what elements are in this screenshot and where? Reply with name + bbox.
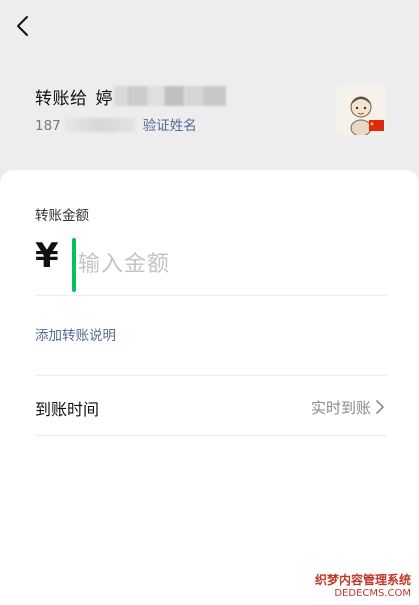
divider [35, 435, 387, 436]
recipient-phone-row: 187 验证姓名 [35, 114, 197, 134]
china-flag-icon [369, 120, 384, 131]
divider [35, 295, 387, 296]
watermark: 织梦内容管理系统 DEDECMS.COM [315, 571, 411, 599]
divider [35, 375, 387, 376]
verify-name-link[interactable]: 验证姓名 [143, 118, 197, 134]
input-cursor [72, 238, 76, 292]
recipient-name: 婷 [95, 89, 113, 109]
back-chevron-icon[interactable] [12, 14, 36, 38]
watermark-line1: 织梦内容管理系统 [314, 573, 411, 587]
watermark-line2: DEDECMS.COM [334, 588, 411, 599]
recipient-phone: 187 [35, 118, 61, 134]
arrival-time-value[interactable]: 实时到账 [311, 397, 371, 418]
redacted-name [114, 86, 226, 106]
recipient-avatar[interactable] [336, 85, 386, 135]
currency-symbol: ¥ [35, 236, 59, 276]
recipient-prefix: 转账给 [35, 89, 88, 109]
redacted-phone [64, 118, 135, 132]
arrival-time-label: 到账时间 [35, 400, 100, 419]
transfer-sheet: 转账金额 ¥ 输入金额 添加转账说明 到账时间 实时到账 [0, 170, 419, 605]
recipient-title: 转账给婷 [35, 84, 113, 109]
amount-label: 转账金额 [35, 208, 89, 224]
add-note-link[interactable]: 添加转账说明 [35, 324, 116, 344]
chevron-right-icon[interactable] [374, 399, 386, 415]
amount-input[interactable]: 输入金额 [78, 246, 170, 278]
